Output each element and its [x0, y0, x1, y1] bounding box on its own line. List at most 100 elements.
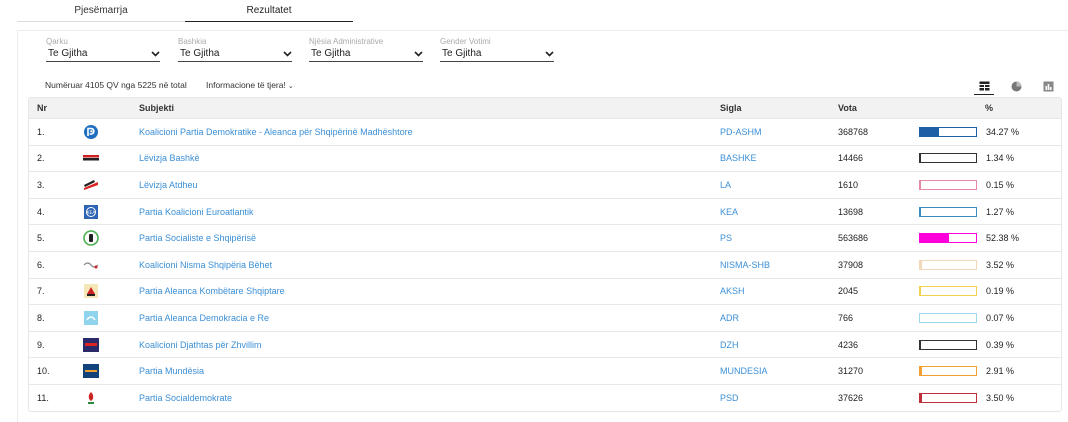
- percent-bar-fill: [920, 367, 922, 376]
- filter-label: Bashkia: [178, 37, 207, 46]
- table-header: Nr Subjekti Sigla Vota %: [29, 98, 1061, 118]
- table-view-icon[interactable]: [974, 77, 994, 95]
- party-name-link[interactable]: Koalicioni Nisma Shqipëria Bëhet: [139, 252, 272, 278]
- filter-njesia[interactable]: Njësia Administrative Te Gjitha: [309, 37, 423, 62]
- header-nr: Nr: [37, 103, 48, 113]
- filter-value: Te Gjitha: [311, 48, 351, 59]
- percent-bar-cell: [919, 385, 977, 411]
- info-dropdown[interactable]: Informacione të tjera! ⌄: [206, 80, 294, 90]
- tab-rezultatet[interactable]: Rezultatet: [185, 0, 353, 22]
- party-name-link[interactable]: Partia Aleanca Demokracia e Re: [139, 305, 269, 331]
- row-nr: 6.: [37, 259, 45, 270]
- party-name-link[interactable]: Lëvizja Bashkë: [139, 146, 200, 172]
- percent-bar-cell: [919, 172, 977, 198]
- caret-down-icon: ⌄: [287, 83, 294, 90]
- table-row: 10. Partia Mundësia MUNDESIA 31270 2.91 …: [29, 357, 1061, 384]
- party-name-link[interactable]: Koalicioni Partia Demokratike - Aleanca …: [139, 119, 413, 145]
- percent-bar-cell: [919, 119, 977, 145]
- percent-bar: [919, 179, 977, 190]
- tab-pjesemarrja[interactable]: Pjesëmarrja: [17, 0, 185, 22]
- party-sigla-link[interactable]: PS: [720, 225, 732, 251]
- party-name-link[interactable]: Partia Koalicioni Euroatlantik: [139, 199, 254, 225]
- table-row: 5. Partia Socialiste e Shqipërisë PS 563…: [29, 224, 1061, 251]
- percent-bar-fill: [920, 234, 950, 243]
- count-text: Numëruar 4105 QV nga 5225 në total: [45, 80, 187, 90]
- row-nr: 1.: [37, 126, 45, 137]
- gender-select[interactable]: Te Gjitha: [440, 46, 554, 62]
- party-votes: 368768: [838, 126, 869, 137]
- party-votes: 563686: [838, 233, 869, 244]
- percent-bar: [919, 366, 977, 377]
- party-name-link[interactable]: Partia Socialdemokrate: [139, 385, 232, 411]
- party-votes: 37626: [838, 392, 864, 403]
- view-switcher: [974, 77, 1058, 95]
- party-votes: 31270: [838, 366, 864, 377]
- row-nr: 11.: [37, 392, 49, 403]
- party-votes: 13698: [838, 206, 864, 217]
- party-percent: 0.15 %: [986, 179, 1015, 190]
- table-row: 8. Partia Aleanca Demokracia e Re ADR 76…: [29, 304, 1061, 331]
- tab-bar: Pjesëmarrja Rezultatet: [17, 0, 357, 22]
- filter-bashkia[interactable]: Bashkia Te Gjitha: [178, 37, 292, 62]
- party-votes: 4236: [838, 339, 859, 350]
- filter-value: Te Gjitha: [48, 48, 88, 59]
- percent-bar: [919, 286, 977, 297]
- percent-bar-cell: [919, 358, 977, 384]
- party-percent: 1.27 %: [986, 206, 1015, 217]
- mundesia-logo-icon: [81, 358, 101, 384]
- party-votes: 37908: [838, 259, 864, 270]
- percent-bar-fill: [920, 393, 922, 402]
- filter-value: Te Gjitha: [442, 48, 482, 59]
- table-body: 1. Koalicioni Partia Demokratike - Alean…: [29, 118, 1061, 411]
- table-row: 9. Koalicioni Djathtas për Zhvillim DZH …: [29, 330, 1061, 358]
- party-sigla-link[interactable]: MUNDESIA: [720, 358, 768, 384]
- header-sigla: Sigla: [720, 103, 742, 113]
- table-row: 3. Lëvizja Atdheu LA 1610 0.15 %: [29, 171, 1061, 198]
- filter-label: Njësia Administrative: [309, 37, 384, 46]
- row-nr: 9.: [37, 339, 45, 350]
- pie-chart-icon[interactable]: [1006, 77, 1026, 95]
- party-sigla-link[interactable]: NISMA-SHB: [720, 252, 770, 278]
- pd-logo-icon: [81, 119, 101, 145]
- party-sigla-link[interactable]: BASHKE: [720, 146, 757, 172]
- table-row: 7. Partia Aleanca Kombëtare Shqiptare AK…: [29, 277, 1061, 305]
- party-sigla-link[interactable]: PD-ASHM: [720, 119, 762, 145]
- bar-chart-icon[interactable]: [1038, 77, 1058, 95]
- bashkia-select[interactable]: Te Gjitha: [178, 46, 292, 62]
- party-sigla-link[interactable]: DZH: [720, 332, 739, 358]
- party-sigla-link[interactable]: KEA: [720, 199, 738, 225]
- row-nr: 10.: [37, 366, 50, 377]
- party-sigla-link[interactable]: ADR: [720, 305, 739, 331]
- bashke-logo-icon: [81, 146, 101, 172]
- filter-label: Qarku: [46, 37, 68, 46]
- party-sigla-link[interactable]: LA: [720, 172, 731, 198]
- filter-gender[interactable]: Gender Votimi Te Gjitha: [440, 37, 554, 62]
- percent-bar: [919, 312, 977, 323]
- party-name-link[interactable]: Partia Aleanca Kombëtare Shqiptare: [139, 279, 285, 305]
- percent-bar-fill: [920, 154, 921, 163]
- chevron-down-icon: [413, 49, 423, 59]
- party-sigla-link[interactable]: PSD: [720, 385, 739, 411]
- party-name-link[interactable]: Lëvizja Atdheu: [139, 172, 198, 198]
- party-sigla-link[interactable]: AKSH: [720, 279, 745, 305]
- party-name-link[interactable]: Partia Socialiste e Shqipërisë: [139, 225, 256, 251]
- party-percent: 0.39 %: [986, 339, 1015, 350]
- njesia-select[interactable]: Te Gjitha: [309, 46, 423, 62]
- la-logo-icon: [81, 172, 101, 198]
- party-percent: 3.50 %: [986, 392, 1015, 403]
- percent-bar: [919, 206, 977, 217]
- party-votes: 766: [838, 312, 854, 323]
- table-row: 4. KEA Partia Koalicioni Euroatlantik KE…: [29, 197, 1061, 225]
- psd-logo-icon: [81, 385, 101, 411]
- filter-qarku[interactable]: Qarku Te Gjitha: [46, 37, 160, 62]
- row-nr: 7.: [37, 286, 45, 297]
- table-row: 6. Koalicioni Nisma Shqipëria Bëhet NISM…: [29, 250, 1061, 278]
- row-nr: 4.: [37, 206, 45, 217]
- header-pct: %: [985, 103, 994, 113]
- qarku-select[interactable]: Te Gjitha: [46, 46, 160, 62]
- percent-bar: [919, 153, 977, 164]
- party-name-link[interactable]: Koalicioni Djathtas për Zhvillim: [139, 332, 262, 358]
- party-name-link[interactable]: Partia Mundësia: [139, 358, 204, 384]
- filter-value: Te Gjitha: [180, 48, 220, 59]
- party-votes: 1610: [838, 179, 859, 190]
